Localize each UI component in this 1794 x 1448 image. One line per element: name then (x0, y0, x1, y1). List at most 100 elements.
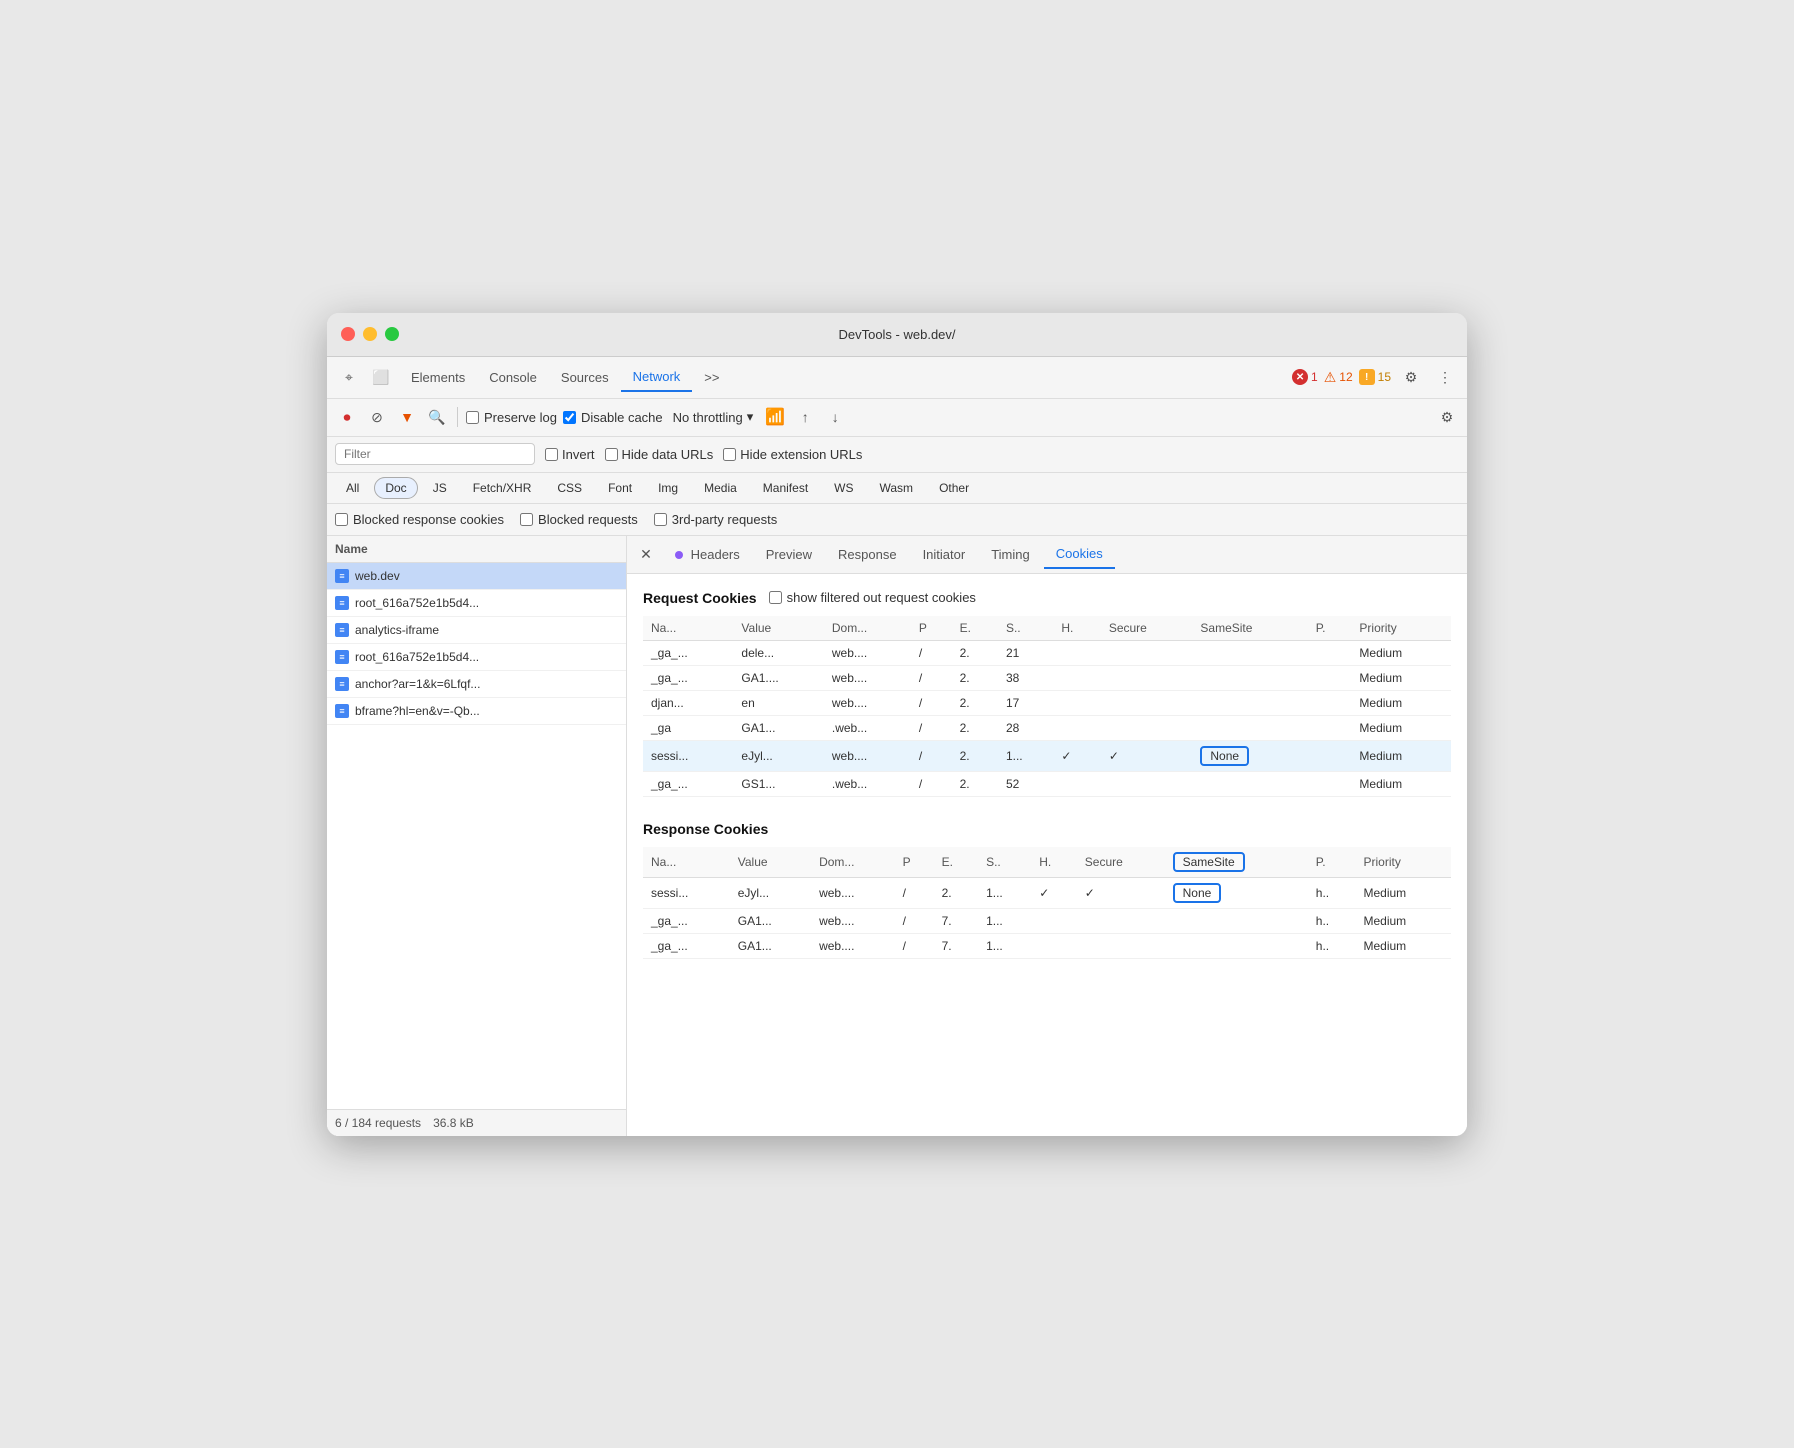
col-expires: E. (952, 616, 998, 641)
table-row[interactable]: _gaGA1....web.../2.28Medium (643, 715, 1451, 740)
record-stop-icon[interactable]: ⏺ (335, 405, 359, 429)
table-row[interactable]: sessi...eJyl...web..../2.1...✓✓Noneh..Me… (643, 877, 1451, 908)
request-item[interactable]: ≡root_616a752e1b5d4... (327, 644, 626, 671)
search-icon[interactable]: 🔍 (425, 405, 449, 429)
preserve-log-checkbox-label[interactable]: Preserve log (466, 410, 557, 425)
blocked-row: Blocked response cookies Blocked request… (327, 504, 1467, 536)
third-party-requests-label[interactable]: 3rd-party requests (654, 512, 778, 527)
upload-icon[interactable]: ↑ (793, 405, 817, 429)
request-item[interactable]: ≡bframe?hl=en&v=-Qb... (327, 698, 626, 725)
col-priority: Priority (1356, 847, 1452, 878)
cursor-icon[interactable]: ⌖ (335, 363, 363, 391)
request-icon: ≡ (335, 704, 349, 718)
toolbar: ⏺ ⊘ ▼ 🔍 Preserve log Disable cache No th… (327, 399, 1467, 437)
tab-response[interactable]: Response (826, 541, 909, 568)
tab-console[interactable]: Console (477, 364, 549, 391)
col-expires: E. (934, 847, 978, 878)
tab-initiator[interactable]: Initiator (911, 541, 978, 568)
type-filter-manifest[interactable]: Manifest (752, 477, 819, 499)
wifi-icon[interactable]: 📶 (763, 405, 787, 429)
tab-preview[interactable]: Preview (754, 541, 824, 568)
table-row[interactable]: _ga_...GA1....web..../2.38Medium (643, 665, 1451, 690)
table-row[interactable]: _ga_...GS1....web.../2.52Medium (643, 771, 1451, 796)
type-filter-all[interactable]: All (335, 477, 370, 499)
error-icon: ✕ (1292, 369, 1308, 385)
download-icon[interactable]: ↓ (823, 405, 847, 429)
request-item[interactable]: ≡anchor?ar=1&k=6Lfqf... (327, 671, 626, 698)
table-row[interactable]: _ga_...GA1...web..../7.1...h..Medium (643, 933, 1451, 958)
type-filter-css[interactable]: CSS (546, 477, 593, 499)
hide-extension-urls-checkbox[interactable] (723, 448, 736, 461)
blocked-requests-checkbox[interactable] (520, 513, 533, 526)
main-content: Name ≡web.dev≡root_616a752e1b5d4...≡anal… (327, 536, 1467, 1136)
hide-extension-urls-checkbox-label[interactable]: Hide extension URLs (723, 447, 862, 462)
col-secure: Secure (1101, 616, 1193, 641)
type-filter-ws[interactable]: WS (823, 477, 864, 499)
table-row[interactable]: _ga_...dele...web..../2.21Medium (643, 640, 1451, 665)
right-panel: ✕ Headers Preview Response Initiator Tim… (627, 536, 1467, 1136)
blocked-requests-label[interactable]: Blocked requests (520, 512, 638, 527)
tab-timing[interactable]: Timing (979, 541, 1042, 568)
request-icon: ≡ (335, 677, 349, 691)
nav-tabs: Elements Console Sources Network >> (399, 363, 1288, 392)
col-path: P (911, 616, 952, 641)
third-party-requests-checkbox[interactable] (654, 513, 667, 526)
invert-checkbox-label[interactable]: Invert (545, 447, 595, 462)
request-item[interactable]: ≡root_616a752e1b5d4... (327, 590, 626, 617)
left-panel-header: Name (327, 536, 626, 563)
more-options-icon[interactable]: ⋮ (1431, 363, 1459, 391)
type-filter-wasm[interactable]: Wasm (869, 477, 925, 499)
preserve-log-checkbox[interactable] (466, 411, 479, 424)
tab-sources[interactable]: Sources (549, 364, 621, 391)
close-panel-button[interactable]: ✕ (635, 543, 657, 565)
blocked-response-cookies-checkbox[interactable] (335, 513, 348, 526)
network-settings-icon[interactable]: ⚙ (1435, 405, 1459, 429)
filter-icon[interactable]: ▼ (395, 405, 419, 429)
settings-icon[interactable]: ⚙ (1397, 363, 1425, 391)
hide-data-urls-checkbox[interactable] (605, 448, 618, 461)
show-filtered-label[interactable]: show filtered out request cookies (769, 590, 976, 605)
hide-data-urls-checkbox-label[interactable]: Hide data URLs (605, 447, 714, 462)
col-path: P (895, 847, 934, 878)
clear-icon[interactable]: ⊘ (365, 405, 389, 429)
tab-network[interactable]: Network (621, 363, 693, 392)
request-item[interactable]: ≡web.dev (327, 563, 626, 590)
type-filter-fetch_xhr[interactable]: Fetch/XHR (462, 477, 543, 499)
col-domain: Dom... (824, 616, 911, 641)
blocked-response-cookies-label[interactable]: Blocked response cookies (335, 512, 504, 527)
tab-cookies[interactable]: Cookies (1044, 540, 1115, 569)
devtools-body: ⌖ ⬜ Elements Console Sources Network >> … (327, 357, 1467, 1136)
minimize-button[interactable] (363, 327, 377, 341)
request-cookies-title: Request Cookies show filtered out reques… (643, 590, 1451, 606)
type-filter-doc[interactable]: Doc (374, 477, 417, 499)
request-name: analytics-iframe (355, 623, 439, 637)
table-row[interactable]: sessi...eJyl...web..../2.1...✓✓NoneMediu… (643, 740, 1451, 771)
tab-elements[interactable]: Elements (399, 364, 477, 391)
close-button[interactable] (341, 327, 355, 341)
type-filter-media[interactable]: Media (693, 477, 748, 499)
disable-cache-checkbox[interactable] (563, 411, 576, 424)
device-toggle-icon[interactable]: ⬜ (367, 363, 395, 391)
tab-headers[interactable]: Headers (663, 541, 752, 568)
type-filter-js[interactable]: JS (422, 477, 458, 499)
table-row[interactable]: djan...enweb..../2.17Medium (643, 690, 1451, 715)
request-icon: ≡ (335, 596, 349, 610)
tab-more[interactable]: >> (692, 364, 731, 391)
type-filter-other[interactable]: Other (928, 477, 980, 499)
request-icon: ≡ (335, 569, 349, 583)
maximize-button[interactable] (385, 327, 399, 341)
throttle-dropdown[interactable]: No throttling ▾ (669, 407, 758, 427)
col-name: Na... (643, 616, 733, 641)
show-filtered-checkbox[interactable] (769, 591, 782, 604)
type-filter-img[interactable]: Img (647, 477, 689, 499)
request-count: 6 / 184 requests (335, 1116, 421, 1130)
disable-cache-checkbox-label[interactable]: Disable cache (563, 410, 663, 425)
devtools-window: DevTools - web.dev/ ⌖ ⬜ Elements Console… (327, 313, 1467, 1136)
invert-checkbox[interactable] (545, 448, 558, 461)
left-panel-footer: 6 / 184 requests 36.8 kB (327, 1109, 626, 1136)
table-row[interactable]: _ga_...GA1...web..../7.1...h..Medium (643, 908, 1451, 933)
col-secure: Secure (1077, 847, 1165, 878)
type-filter-font[interactable]: Font (597, 477, 643, 499)
filter-input[interactable] (335, 443, 535, 465)
request-item[interactable]: ≡analytics-iframe (327, 617, 626, 644)
